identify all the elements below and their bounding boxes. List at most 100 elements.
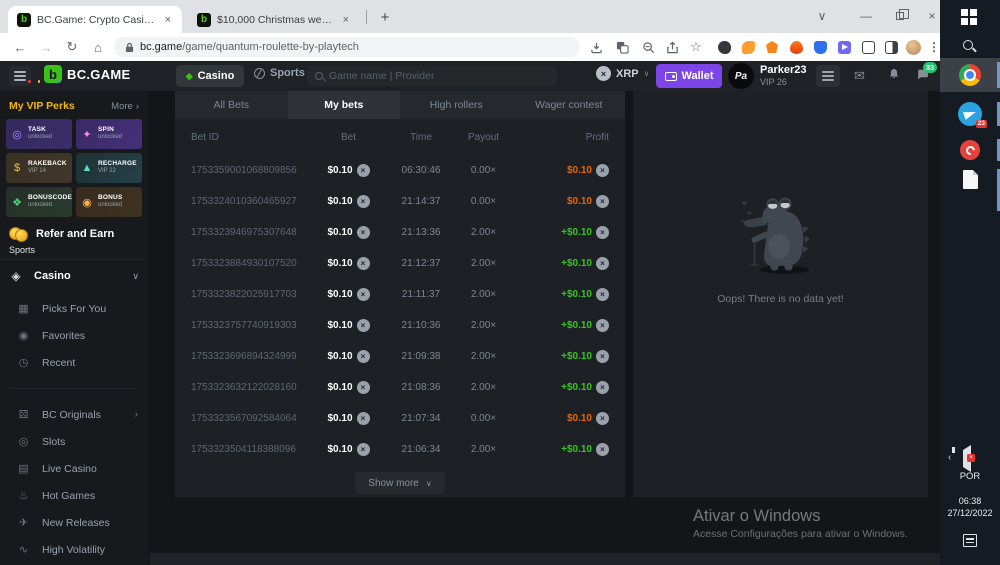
refer-and-earn[interactable]: Refer and Earn [0, 217, 148, 242]
bet-row[interactable]: 1753359001068809856 $0.10× 06:30:46 0.00… [175, 155, 625, 186]
bet-row[interactable]: 1753323696894324999 $0.10× 21:09:38 2.00… [175, 341, 625, 372]
bet-amount: $0.10 [327, 258, 352, 269]
vip-perk-card[interactable]: ❖ BONUSCODE unlocked [6, 187, 72, 217]
browser-tab-bcgame[interactable]: b BC.Game: Crypto Casino Games × [8, 6, 182, 33]
whale-extension-icon[interactable] [716, 39, 732, 55]
notification-bell-icon[interactable] [888, 68, 900, 80]
close-tab-icon[interactable]: × [341, 14, 351, 26]
sidebar-item[interactable]: ♨ Hot Games [0, 482, 148, 509]
sparkle-extension-icon[interactable] [740, 39, 756, 55]
close-tab-icon[interactable]: × [163, 14, 173, 26]
sidebar-item[interactable]: ◎ Slots [0, 428, 148, 455]
currency-selector[interactable]: × XRP ∨ [596, 66, 649, 81]
chat-icon[interactable]: 33 [916, 68, 929, 81]
nav-sports-tab[interactable]: Sports [254, 67, 305, 79]
sidebar-item[interactable]: ✈ New Releases [0, 509, 148, 536]
metamask-fox-icon[interactable] [764, 39, 780, 55]
sidebar-casino-menu[interactable]: ◈ Casino ∨ [0, 259, 148, 292]
bet-id: 1753323632122028160 [191, 382, 311, 393]
bet-row[interactable]: 1753323757740919303 $0.10× 21:10:36 2.00… [175, 310, 625, 341]
taskbar-language[interactable]: POR [940, 471, 1000, 482]
recharge-rocket-icon: ▲ [80, 162, 94, 174]
bet-profit: +$0.10 [561, 320, 592, 331]
bet-row[interactable]: 1753323946975307648 $0.10× 21:13:36 2.00… [175, 217, 625, 248]
show-more-button[interactable]: Show more ∨ [355, 472, 444, 494]
bets-tab[interactable]: My bets [288, 91, 401, 119]
sidebar-item[interactable]: ∿ High Volatility [0, 536, 148, 563]
address-bar[interactable]: bc.game/game/quantum-roulette-by-playtec… [114, 37, 580, 57]
share-icon[interactable] [664, 39, 680, 55]
wallet-button[interactable]: Wallet [656, 64, 722, 88]
vip-perk-card[interactable]: $ RAKEBACK VIP 14 [6, 153, 72, 183]
nav-casino-tab[interactable]: ◆ Casino [176, 65, 244, 87]
vip-more-link[interactable]: More› [111, 101, 139, 112]
user-avatar[interactable]: Pa [728, 63, 754, 89]
bet-list-button[interactable] [816, 65, 840, 87]
hamburger-menu-icon[interactable] [9, 66, 31, 86]
vip-perk-card[interactable]: ▲ RECHARGE VIP 22 [76, 153, 142, 183]
show-hidden-icons-chevron[interactable]: ‹ [948, 452, 951, 463]
taskbar-red-app-button[interactable] [960, 140, 980, 160]
taskbar-document-button[interactable] [963, 170, 978, 189]
shield-extension-icon[interactable] [812, 39, 828, 55]
bet-payout: 2.00× [456, 289, 511, 300]
mail-icon[interactable]: ✉ [854, 68, 865, 84]
sidebar-item[interactable]: ▦ Picks For You [0, 295, 148, 322]
bet-id: 1753323567092584064 [191, 413, 311, 424]
bets-tab[interactable]: Wager contest [513, 91, 626, 119]
bet-row[interactable]: 1753323567092584064 $0.10× 21:07:34 0.00… [175, 403, 625, 434]
vip-perk-card[interactable]: ◉ BONUS unlocked [76, 187, 142, 217]
perk-label: SPIN [98, 126, 122, 134]
bet-profit: +$0.10 [561, 444, 592, 455]
flame-extension-icon[interactable] [788, 39, 804, 55]
sidebar-item[interactable]: ▤ Live Casino [0, 455, 148, 482]
bet-row[interactable]: 1753323884930107520 $0.10× 21:12:37 2.00… [175, 248, 625, 279]
perk-sublabel: VIP 22 [98, 168, 137, 176]
sidebar-item[interactable]: ◷ Recent [0, 349, 148, 376]
vip-perk-card[interactable]: ✦ SPIN unlocked [76, 119, 142, 149]
taskbar-search-icon[interactable] [963, 40, 973, 50]
action-center-icon[interactable] [963, 534, 977, 547]
taskbar-chrome-button[interactable] [940, 58, 1000, 92]
taskbar-telegram-button[interactable]: 23 [958, 102, 982, 126]
sidebar-item-label: Recent [42, 357, 75, 369]
bookmark-star-icon[interactable]: ☆ [688, 39, 704, 55]
browser-tab-christmas[interactable]: b $10,000 Christmas week special × [188, 6, 360, 33]
browser-profile-avatar[interactable] [905, 39, 921, 55]
game-search-box[interactable] [307, 66, 557, 86]
vip-perks-grid: ◎ TASK unlocked ✦ SPIN unlocked $ [0, 119, 148, 217]
cursor-extension-icon[interactable] [836, 39, 852, 55]
bet-row[interactable]: 1753324010360465927 $0.10× 21:14:37 0.00… [175, 186, 625, 217]
zoom-icon[interactable] [640, 39, 656, 55]
browser-tabstrip: b BC.Game: Crypto Casino Games × b $10,0… [0, 0, 940, 33]
translate-icon[interactable] [614, 39, 630, 55]
sidebar-item[interactable]: ◉ Favorites [0, 322, 148, 349]
home-button[interactable]: ⌂ [88, 37, 108, 57]
window-minimize-button[interactable]: — [850, 0, 882, 32]
window-restore-button[interactable] [884, 0, 916, 32]
bets-tab[interactable]: High rollers [400, 91, 513, 119]
bets-tab[interactable]: All Bets [175, 91, 288, 119]
mute-x-badge: × [967, 454, 975, 462]
taskbar-clock[interactable]: 06:38 27/12/2022 [940, 496, 1000, 519]
user-meta[interactable]: Parker23 VIP 26 [760, 64, 807, 88]
vip-perk-card[interactable]: ◎ TASK unlocked [6, 119, 72, 149]
windows-start-button[interactable] [961, 9, 977, 25]
forward-button[interactable]: → [36, 37, 56, 57]
bet-row[interactable]: 1753323504118388096 $0.10× 21:06:34 2.00… [175, 434, 625, 465]
window-menu-chevron-icon[interactable]: ∨ [806, 0, 838, 32]
game-search-input[interactable] [329, 70, 549, 82]
xrp-coin-icon: × [596, 288, 609, 301]
bet-amount: $0.10 [327, 196, 352, 207]
wallet-icon [665, 72, 677, 81]
back-button[interactable]: ← [10, 37, 30, 57]
new-tab-button[interactable]: + [374, 7, 396, 27]
bet-row[interactable]: 1753323632122028160 $0.10× 21:08:36 2.00… [175, 372, 625, 403]
install-icon[interactable] [588, 39, 604, 55]
extensions-puzzle-icon[interactable] [860, 39, 876, 55]
bet-row[interactable]: 1753323822025917703 $0.10× 21:11:37 2.00… [175, 279, 625, 310]
sidebar-panel-icon[interactable] [883, 39, 899, 55]
volume-muted-icon[interactable]: × [963, 450, 971, 468]
sidebar-item[interactable]: ⚄ BC Originals › [0, 401, 148, 428]
reload-button[interactable]: ↻ [62, 37, 82, 57]
